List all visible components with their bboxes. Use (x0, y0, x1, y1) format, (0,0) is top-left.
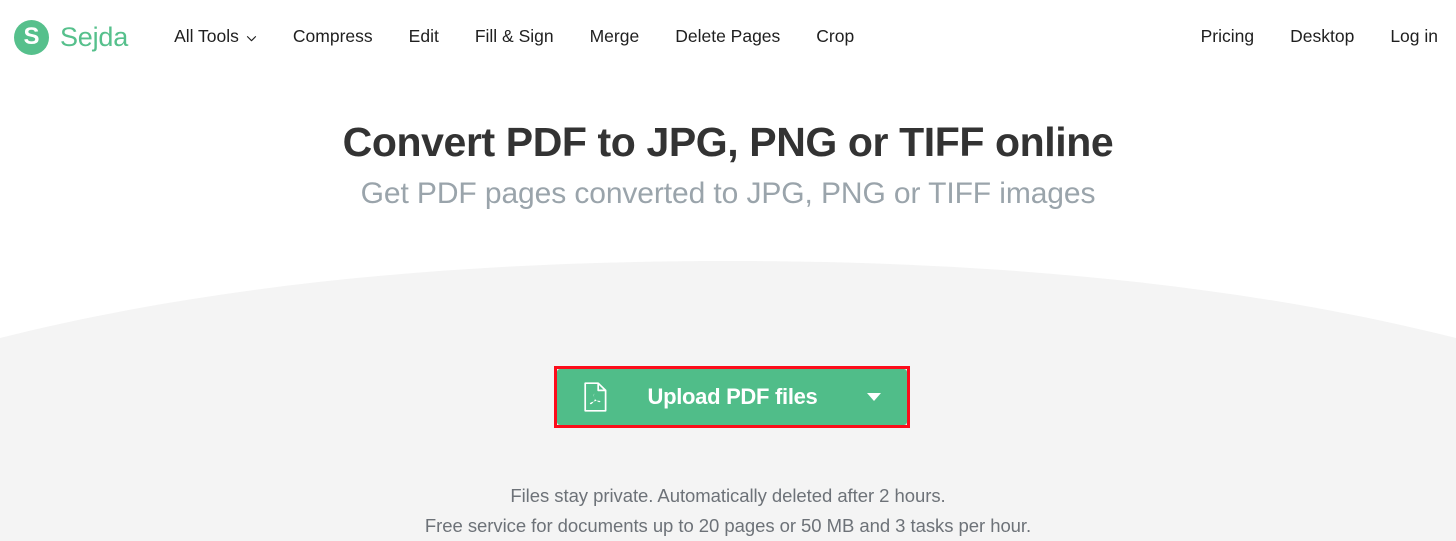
nav-item-compress[interactable]: Compress (275, 20, 391, 54)
page-title: Convert PDF to JPG, PNG or TIFF online (342, 119, 1114, 165)
sejda-logo-text: Sejda (60, 21, 129, 52)
nav-item-all-tools[interactable]: All Tools (174, 20, 275, 54)
nav-item-edit[interactable]: Edit (391, 20, 457, 54)
sejda-logo-mark-icon: S (14, 19, 49, 55)
nav-item-compress-label: Compress (292, 26, 373, 47)
nav-item-pricing[interactable]: Pricing (1201, 20, 1273, 54)
curved-background-divider (0, 0, 1456, 541)
nav-item-pricing-label: Pricing (1200, 26, 1255, 47)
top-navigation-bar: S Sejda All Tools Compress Edit Fill & S… (0, 0, 1456, 74)
chevron-down-icon (246, 33, 257, 44)
nav-item-delete-pages[interactable]: Delete Pages (657, 20, 798, 54)
sejda-logo[interactable]: S Sejda (14, 19, 129, 55)
nav-item-merge-label: Merge (589, 26, 640, 47)
page-subtitle: Get PDF pages converted to JPG, PNG or T… (360, 177, 1096, 210)
nav-item-crop-label: Crop (816, 26, 855, 47)
nav-item-all-tools-label: All Tools (174, 26, 239, 47)
nav-item-fill-and-sign-label: Fill & Sign (474, 26, 554, 47)
privacy-notice-text: Files stay private. Automatically delete… (510, 485, 946, 506)
secondary-nav-links: Pricing Desktop Log in (1201, 20, 1438, 54)
nav-item-crop[interactable]: Crop (798, 20, 872, 54)
free-service-limits-text: Free service for documents up to 20 page… (424, 515, 1032, 536)
nav-item-log-in[interactable]: Log in (1372, 20, 1438, 54)
nav-item-merge[interactable]: Merge (572, 20, 658, 54)
nav-item-fill-and-sign[interactable]: Fill & Sign (457, 20, 572, 54)
nav-item-delete-pages-label: Delete Pages (675, 26, 781, 47)
nav-item-desktop-label: Desktop (1290, 26, 1355, 47)
caret-down-icon[interactable] (867, 393, 881, 401)
primary-nav-links: All Tools Compress Edit Fill & Sign Merg… (174, 20, 872, 54)
upload-pdf-files-label: Upload PDF files (647, 384, 818, 409)
sejda-convert-pdf-page: S Sejda All Tools Compress Edit Fill & S… (0, 0, 1456, 541)
pdf-document-icon (583, 382, 608, 412)
footnotes-section: Files stay private. Automatically delete… (0, 481, 1456, 541)
nav-item-desktop[interactable]: Desktop (1272, 20, 1372, 54)
nav-item-edit-label: Edit (408, 26, 439, 47)
nav-item-log-in-label: Log in (1390, 26, 1438, 47)
upload-pdf-files-button[interactable]: Upload PDF files (557, 369, 907, 425)
